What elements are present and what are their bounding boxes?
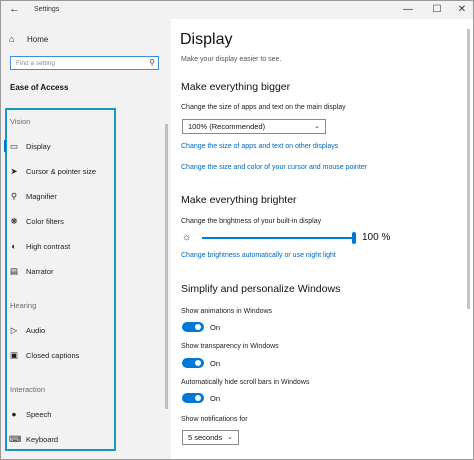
microphone-icon: ● xyxy=(11,409,17,419)
transparency-state: On xyxy=(210,358,221,368)
search-icon[interactable]: ⚲ xyxy=(149,58,155,67)
sidebar-item-label: Speech xyxy=(26,409,52,419)
scrollbars-state: On xyxy=(210,393,221,403)
brightness-label: Change the brightness of your built-in d… xyxy=(181,218,322,225)
cursor-icon: ➤ xyxy=(10,165,18,176)
sidebar-item-high-contrast[interactable]: ◐ High contrast xyxy=(9,239,115,253)
sidebar: ⌂ Home ⚲ Ease of Access Vision ▭ Display… xyxy=(1,19,171,459)
transparency-label: Show transparency in Windows xyxy=(181,343,279,350)
nav-focus-outline xyxy=(5,108,116,451)
heading-make-bigger: Make everything bigger xyxy=(181,81,291,93)
sidebar-item-cursor-pointer-size[interactable]: ➤ Cursor & pointer size xyxy=(9,164,115,178)
notifications-dropdown[interactable]: 5 seconds ⌄ xyxy=(182,430,239,445)
magnifier-icon: ⚲ xyxy=(10,190,18,201)
sidebar-item-speech[interactable]: ● Speech xyxy=(9,407,115,421)
sidebar-item-label: Keyboard xyxy=(26,434,59,444)
scrollbars-label: Automatically hide scroll bars in Window… xyxy=(181,379,310,386)
link-other-displays[interactable]: Change the size of apps and text on othe… xyxy=(181,143,338,150)
keyboard-icon: ⌨ xyxy=(9,433,22,444)
window-title: Settings xyxy=(34,6,60,13)
brightness-fill xyxy=(202,237,354,239)
page-title: Display xyxy=(180,31,233,48)
main-scrollbar[interactable] xyxy=(467,29,470,309)
home-nav-item[interactable]: ⌂ Home xyxy=(9,32,48,46)
size-label: Change the size of apps and text on the … xyxy=(181,104,346,111)
close-icon[interactable]: ✕ xyxy=(451,2,473,18)
closed-captions-icon: ▣ xyxy=(9,349,19,360)
size-dropdown-value: 100% (Recommended) xyxy=(188,122,266,131)
sidebar-item-label: Closed captions xyxy=(26,350,80,360)
brightness-value: 100 % xyxy=(362,232,391,243)
home-icon: ⌂ xyxy=(9,34,15,44)
sidebar-item-display[interactable]: ▭ Display xyxy=(4,139,115,153)
settings-window: ← Settings — ☐ ✕ ⌂ Home ⚲ Ease of Access… xyxy=(0,0,474,460)
transparency-toggle[interactable] xyxy=(182,358,204,368)
speaker-icon: ▷ xyxy=(10,324,18,335)
sidebar-item-keyboard[interactable]: ⌨ Keyboard xyxy=(9,432,115,446)
page-subtitle: Make your display easier to see. xyxy=(181,56,282,63)
main-content: Display Make your display easier to see.… xyxy=(171,19,473,459)
sidebar-item-label: Audio xyxy=(26,325,46,335)
animations-toggle[interactable] xyxy=(182,322,204,332)
animations-state: On xyxy=(210,322,221,332)
toggle-knob xyxy=(195,324,201,330)
sidebar-item-narrator[interactable]: ▤ Narrator xyxy=(9,264,115,278)
back-arrow-icon[interactable]: ← xyxy=(9,3,20,15)
size-dropdown[interactable]: 100% (Recommended) ⌄ xyxy=(182,119,326,134)
transparency-toggle-row: On xyxy=(182,357,220,369)
scrollbars-toggle-row: On xyxy=(182,392,220,404)
sidebar-item-color-filters[interactable]: ❋ Color filters xyxy=(9,214,115,228)
home-label: Home xyxy=(27,34,49,44)
monitor-icon: ▭ xyxy=(9,140,19,151)
link-cursor-pointer[interactable]: Change the size and color of your cursor… xyxy=(181,164,367,171)
title-bar: ← Settings — ☐ ✕ xyxy=(1,1,473,19)
sidebar-item-audio[interactable]: ▷ Audio xyxy=(9,323,115,337)
sidebar-item-label: Cursor & pointer size xyxy=(26,166,97,176)
animations-label: Show animations in Windows xyxy=(181,308,273,315)
notifications-dropdown-value: 5 seconds xyxy=(188,433,223,442)
notifications-label: Show notifications for xyxy=(181,416,248,423)
section-label-interaction: Interaction xyxy=(10,385,46,394)
link-night-light[interactable]: Change brightness automatically or use n… xyxy=(181,252,336,259)
search-box[interactable]: ⚲ xyxy=(10,56,159,70)
color-filter-icon: ❋ xyxy=(10,215,18,226)
search-input[interactable] xyxy=(11,57,146,69)
maximize-icon[interactable]: ☐ xyxy=(426,2,448,18)
category-header: Ease of Access xyxy=(10,83,69,92)
sidebar-item-label: High contrast xyxy=(26,241,71,251)
heading-simplify: Simplify and personalize Windows xyxy=(181,283,341,295)
high-contrast-icon: ◐ xyxy=(11,241,17,251)
sidebar-item-label: Magnifier xyxy=(26,191,57,201)
chevron-down-icon: ⌄ xyxy=(227,434,233,441)
brightness-track[interactable] xyxy=(202,232,356,244)
animations-toggle-row: On xyxy=(182,321,220,333)
sun-icon: ☼ xyxy=(182,232,192,243)
chevron-down-icon: ⌄ xyxy=(314,123,320,130)
heading-make-brighter: Make everything brighter xyxy=(181,194,297,206)
sidebar-scrollbar[interactable] xyxy=(165,124,168,409)
sidebar-item-magnifier[interactable]: ⚲ Magnifier xyxy=(9,189,115,203)
toggle-knob xyxy=(195,395,201,401)
sidebar-item-closed-captions[interactable]: ▣ Closed captions xyxy=(9,348,115,362)
scrollbars-toggle[interactable] xyxy=(182,393,204,403)
minimize-icon[interactable]: — xyxy=(397,2,419,18)
section-label-vision: Vision xyxy=(10,117,31,126)
section-label-hearing: Hearing xyxy=(10,301,37,310)
narrator-icon: ▤ xyxy=(9,265,19,276)
brightness-slider[interactable]: ☼ 100 % xyxy=(182,231,392,245)
sidebar-item-label: Narrator xyxy=(26,266,54,276)
sidebar-item-label: Display xyxy=(26,141,51,151)
sidebar-item-label: Color filters xyxy=(26,216,64,226)
toggle-knob xyxy=(195,360,201,366)
brightness-thumb[interactable] xyxy=(352,232,356,244)
